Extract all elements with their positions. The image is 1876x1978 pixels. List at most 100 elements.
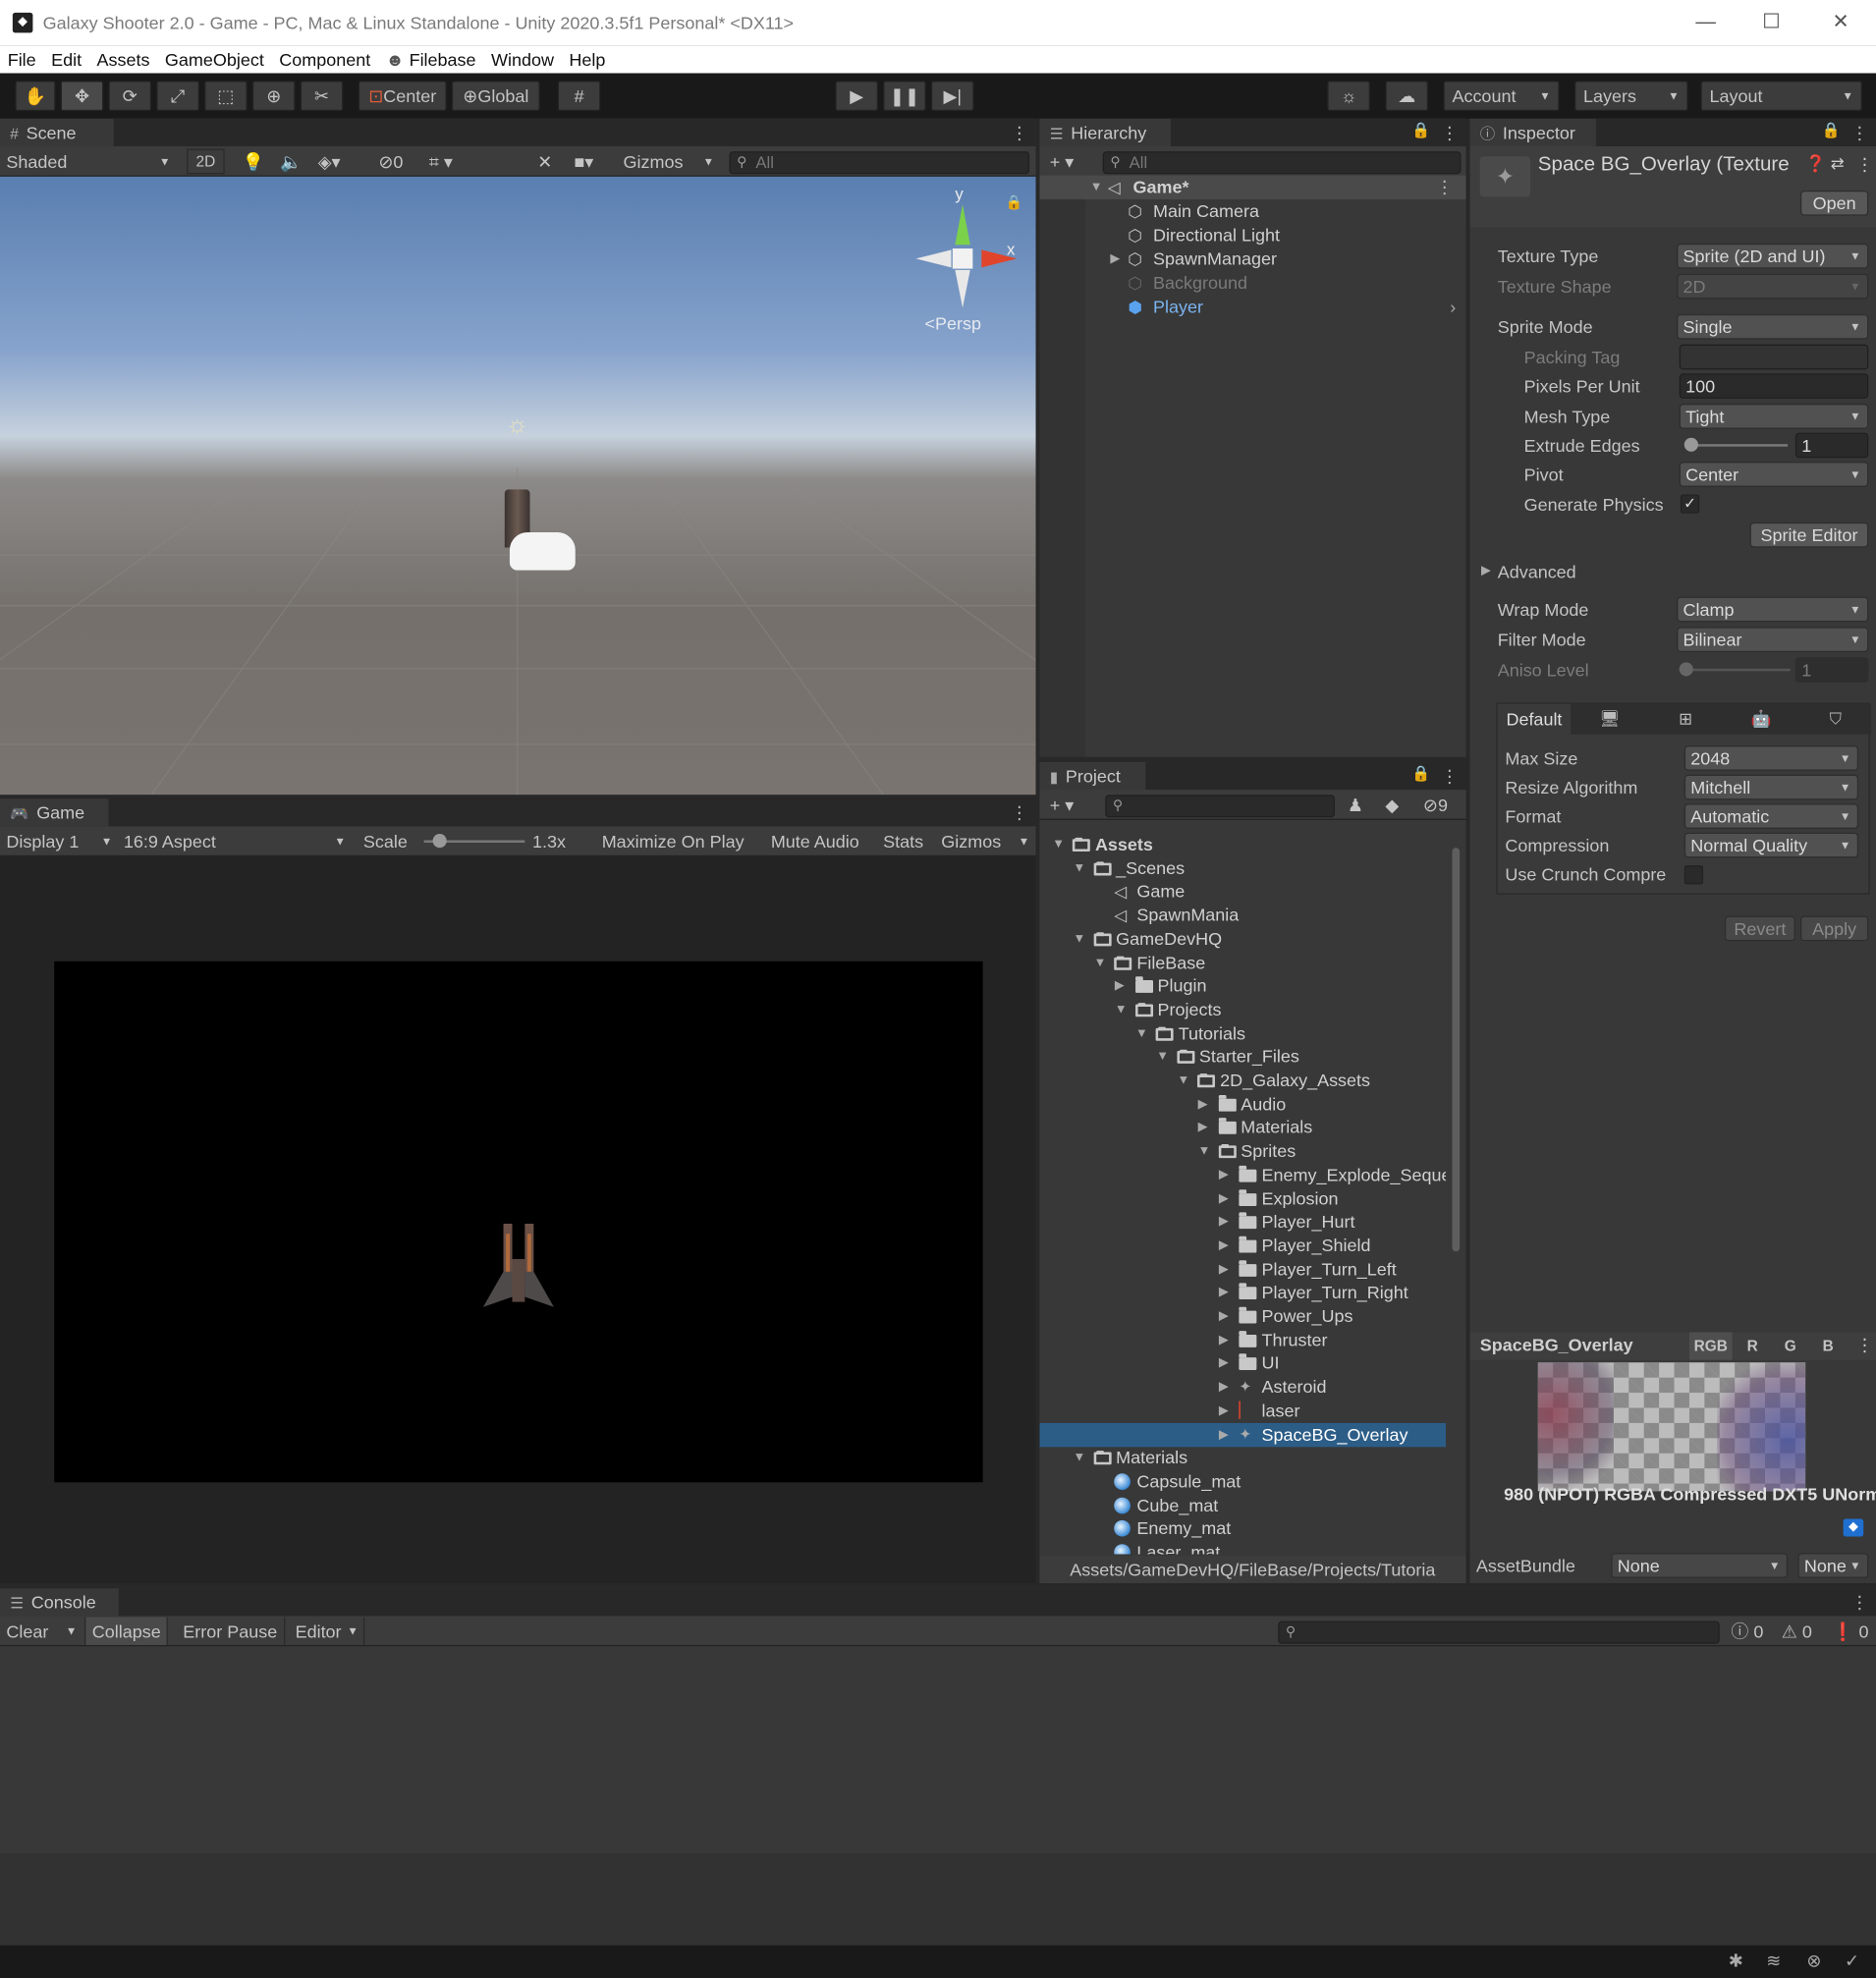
space-toggle[interactable]: ⊕Global [451, 81, 540, 112]
project-item[interactable]: ▼ 2D_Galaxy_Assets [1039, 1069, 1446, 1092]
close-button[interactable]: ✕ [1805, 0, 1876, 45]
check-circle-icon[interactable]: ✓ [1845, 1951, 1859, 1972]
menu-filebase[interactable]: ☻ Filebase [378, 45, 483, 73]
hierarchy-item-background[interactable]: ⬡ Background [1039, 271, 1465, 295]
project-item[interactable]: ▶ Player_Hurt [1039, 1210, 1446, 1234]
project-item[interactable]: ▼ _Scenes [1039, 856, 1446, 880]
resize-algorithm-dropdown[interactable]: Mitchell ▼ [1683, 774, 1859, 800]
extrude-slider-knob[interactable] [1683, 437, 1698, 452]
maximize-button[interactable]: ☐ [1736, 0, 1806, 45]
tools-icon[interactable]: ✕ [537, 147, 552, 175]
project-item[interactable]: ▶ Materials [1039, 1116, 1446, 1139]
apply-button[interactable]: Apply [1799, 915, 1869, 942]
move-tool-icon[interactable]: ✥ [60, 81, 104, 112]
expand-arrow-icon[interactable]: ▼ [1073, 1446, 1085, 1469]
expand-arrow-icon[interactable]: ▶ [1219, 1422, 1229, 1446]
compression-dropdown[interactable]: Normal Quality ▼ [1683, 832, 1859, 858]
warning-count-toggle[interactable]: ⚠ 0 [1782, 1618, 1812, 1645]
kebab-menu-icon[interactable]: ⋮ [1011, 119, 1028, 146]
stack-icon[interactable]: ≋ [1766, 1951, 1781, 1972]
2d-toggle[interactable]: 2D [187, 148, 225, 175]
project-item[interactable]: ▶ Thruster [1039, 1328, 1446, 1351]
filter-mode-dropdown[interactable]: Bilinear ▼ [1677, 627, 1869, 653]
kebab-menu-icon[interactable]: ⋮ [1441, 119, 1459, 146]
stats-toggle[interactable]: Stats [883, 828, 923, 855]
pivot-dropdown[interactable]: Center ▼ [1679, 462, 1869, 487]
menu-gameobject[interactable]: GameObject [157, 45, 271, 73]
project-item[interactable]: ▶ ✦ SpaceBG_Overlay [1039, 1422, 1447, 1447]
expand-arrow-icon[interactable]: ▶ [1198, 1116, 1208, 1139]
tab-inspector[interactable]: ⓘ Inspector [1469, 118, 1596, 147]
grid-toggle-icon[interactable]: ⌗ ▾ [429, 147, 453, 175]
expand-arrow-icon[interactable]: ▶ [1219, 1328, 1229, 1351]
expand-arrow-icon[interactable]: ▼ [1073, 927, 1085, 951]
menu-help[interactable]: Help [562, 45, 613, 73]
project-item[interactable]: ▶ Power_Ups [1039, 1304, 1446, 1328]
rect-tool-icon[interactable]: ⬚ [204, 81, 248, 112]
bug-icon[interactable]: ✱ [1729, 1951, 1743, 1972]
channel-b-button[interactable]: B [1810, 1332, 1846, 1359]
label-tag-icon[interactable]: ◆ [1843, 1518, 1864, 1537]
gizmos-dropdown[interactable]: Gizmos ▼ [624, 147, 717, 175]
crunch-checkbox[interactable] [1683, 865, 1704, 885]
generate-physics-checkbox[interactable]: ✓ [1680, 494, 1700, 514]
windows-platform-icon[interactable]: ⊞ [1649, 704, 1723, 735]
custom-tool-icon[interactable]: ✂ [300, 81, 344, 112]
lighting-icon[interactable]: 💡 [243, 147, 264, 175]
hierarchy-item-spawnmanager[interactable]: ▶ ⬡ SpawnManager [1039, 247, 1465, 271]
extrude-field[interactable]: 1 [1794, 432, 1869, 459]
tab-project[interactable]: ▮ Project [1039, 761, 1146, 791]
kebab-menu-icon[interactable]: ⋮ [1436, 176, 1454, 199]
kebab-menu-icon[interactable]: ⋮ [1855, 154, 1873, 176]
assetbundle-variant-dropdown[interactable]: None ▼ [1797, 1553, 1869, 1578]
search-by-label-icon[interactable]: ◆ [1385, 791, 1399, 818]
menu-component[interactable]: Component [272, 45, 378, 73]
game-gizmos-dropdown[interactable]: Gizmos ▼ [941, 828, 1031, 855]
expand-arrow-icon[interactable]: ▶ [1219, 1375, 1229, 1399]
extrude-slider[interactable] [1686, 444, 1789, 447]
game-viewport[interactable] [54, 961, 983, 1483]
cloud-icon[interactable]: ☁ [1385, 81, 1429, 112]
ppu-field[interactable]: 100 [1679, 373, 1869, 399]
project-item[interactable]: ◁ Game [1039, 880, 1446, 904]
menu-edit[interactable]: Edit [43, 45, 88, 73]
tab-game[interactable]: 🎮 Game [0, 798, 109, 827]
project-item[interactable]: ▶ Explosion [1039, 1186, 1446, 1210]
lock-icon[interactable]: 🔒 [1822, 121, 1841, 138]
html5-platform-icon[interactable]: ⛉ [1800, 704, 1871, 735]
project-item[interactable]: Capsule_mat [1039, 1469, 1446, 1493]
project-item[interactable]: ▼ Starter_Files [1039, 1045, 1446, 1069]
project-item[interactable]: ▼ GameDevHQ [1039, 927, 1446, 951]
project-item[interactable]: Enemy_mat [1039, 1516, 1446, 1540]
advanced-foldout[interactable]: ▶ Advanced [1469, 558, 1876, 585]
snap-grid-icon[interactable]: # [557, 81, 601, 112]
log-count-toggle[interactable]: ⓘ 0 [1731, 1618, 1763, 1645]
sprite-editor-button[interactable]: Sprite Editor [1749, 522, 1869, 548]
collapse-toggle[interactable]: Collapse [85, 1617, 169, 1645]
hierarchy-item-directional-light[interactable]: ⬡ Directional Light [1039, 223, 1465, 247]
kebab-menu-icon[interactable]: ⋮ [1850, 119, 1868, 146]
scale-slider-knob[interactable] [433, 834, 448, 849]
hierarchy-item-player[interactable]: ⬢ Player › [1039, 296, 1465, 319]
account-dropdown[interactable]: Account ▼ [1443, 81, 1560, 112]
clear-button[interactable]: Clear ▼ [0, 1617, 86, 1645]
project-item[interactable]: ▼ Assets [1039, 833, 1446, 856]
menu-assets[interactable]: Assets [89, 45, 157, 73]
scene-viewport[interactable]: ☼ y x 🔒 <Persp [0, 176, 1036, 796]
help-icon[interactable]: ❓ [1805, 154, 1826, 175]
project-item[interactable]: ▶ Enemy_Explode_Seque [1039, 1163, 1446, 1186]
kebab-menu-icon[interactable]: ⋮ [1441, 762, 1459, 790]
error-count-toggle[interactable]: ❗ 0 [1832, 1618, 1868, 1645]
hierarchy-search-input[interactable]: ⚲ All [1102, 151, 1462, 175]
scrollbar-thumb[interactable] [1452, 848, 1461, 1252]
chevron-right-icon[interactable]: › [1450, 296, 1456, 319]
console-search-input[interactable]: ⚲ [1278, 1621, 1720, 1644]
aspect-dropdown[interactable]: 16:9 Aspect ▼ [124, 828, 351, 855]
persp-label[interactable]: <Persp [925, 313, 981, 334]
add-object-button[interactable]: + ▾ [1050, 147, 1075, 175]
expand-arrow-icon[interactable]: ▼ [1052, 833, 1065, 856]
menu-window[interactable]: Window [483, 45, 561, 73]
error-pause-toggle[interactable]: Error Pause [177, 1617, 285, 1645]
texture-type-dropdown[interactable]: Sprite (2D and UI) ▼ [1677, 243, 1869, 269]
expand-arrow-icon[interactable]: ▼ [1177, 1069, 1189, 1092]
